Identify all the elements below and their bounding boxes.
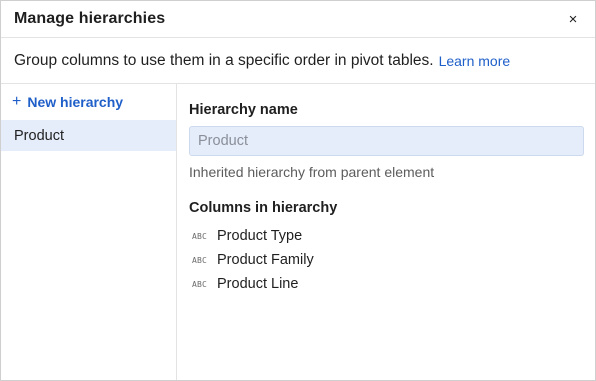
dialog-header: Manage hierarchies × bbox=[1, 1, 595, 38]
dialog-description: Group columns to use them in a specific … bbox=[1, 38, 595, 84]
text-type-icon: ABC bbox=[192, 279, 208, 289]
text-type-icon: ABC bbox=[192, 255, 208, 265]
hierarchy-name-label: Hierarchy name bbox=[189, 102, 298, 118]
columns-list: ABC Product Type ABC Product Family ABC … bbox=[189, 224, 584, 296]
plus-icon: + bbox=[12, 93, 22, 110]
columns-in-hierarchy-label: Columns in hierarchy bbox=[189, 200, 338, 216]
close-icon[interactable]: × bbox=[564, 10, 582, 28]
learn-more-link[interactable]: Learn more bbox=[439, 53, 511, 69]
hierarchy-sidebar: + New hierarchy Product bbox=[1, 84, 177, 380]
dialog-body: + New hierarchy Product Hierarchy name P… bbox=[1, 84, 595, 380]
hierarchy-name-input[interactable]: Product bbox=[189, 126, 584, 156]
hierarchy-list-item-label: Product bbox=[14, 127, 64, 144]
column-name: Product Family bbox=[217, 252, 314, 268]
new-hierarchy-button[interactable]: + New hierarchy bbox=[1, 84, 176, 120]
column-item[interactable]: ABC Product Type bbox=[189, 224, 584, 248]
text-type-icon: ABC bbox=[192, 231, 208, 241]
hierarchy-name-placeholder: Product bbox=[198, 133, 248, 149]
hierarchy-list-item[interactable]: Product bbox=[1, 120, 176, 151]
new-hierarchy-label: New hierarchy bbox=[27, 94, 124, 110]
description-text: Group columns to use them in a specific … bbox=[14, 51, 434, 69]
inherited-hint: Inherited hierarchy from parent element bbox=[189, 164, 435, 180]
dialog-title: Manage hierarchies bbox=[14, 10, 166, 27]
column-item[interactable]: ABC Product Line bbox=[189, 272, 584, 296]
manage-hierarchies-dialog: Manage hierarchies × Group columns to us… bbox=[0, 0, 596, 381]
column-item[interactable]: ABC Product Family bbox=[189, 248, 584, 272]
hierarchy-details: Hierarchy name Product Inherited hierarc… bbox=[177, 84, 595, 380]
column-name: Product Type bbox=[217, 228, 303, 244]
column-name: Product Line bbox=[217, 276, 299, 292]
